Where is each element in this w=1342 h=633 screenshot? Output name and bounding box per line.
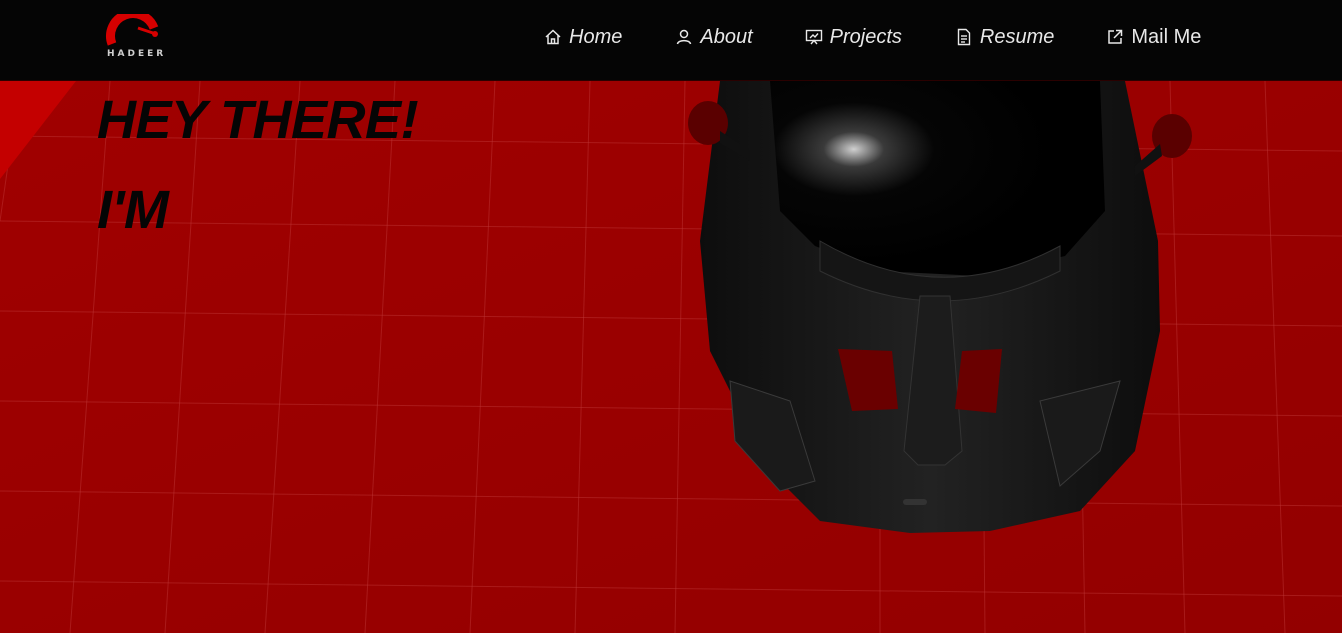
nav-mail-label: Mail Me [1131,25,1202,48]
document-icon [955,28,973,46]
home-icon [544,28,562,46]
nav-about-link[interactable]: About [675,24,753,50]
nav-mail-link[interactable]: Mail Me [1106,24,1201,50]
logo-text: HADEER [107,49,167,59]
hero-section: HEY THERE! I'M [0,81,1342,633]
nav-resume-link[interactable]: Resume [955,24,1054,50]
nav-about-label: About [700,25,753,48]
hero-greeting: HEY THERE! [97,90,419,150]
user-icon [675,28,693,46]
external-link-icon [1106,28,1124,46]
nav-projects-label: Projects [829,25,902,48]
nav-links: Home About Projects Resume Mail Me [544,24,1201,50]
nav-home-link[interactable]: Home [544,24,622,50]
nav-projects-link[interactable]: Projects [805,24,902,50]
presentation-icon [805,28,823,46]
corner-accent [0,81,76,179]
navbar: HADEER Home About Projects Resume Mail M… [0,0,1342,81]
nav-home-label: Home [569,25,623,48]
nav-resume-label: Resume [979,25,1055,48]
hero-intro: I'M [97,180,169,240]
car-image [688,81,1192,533]
